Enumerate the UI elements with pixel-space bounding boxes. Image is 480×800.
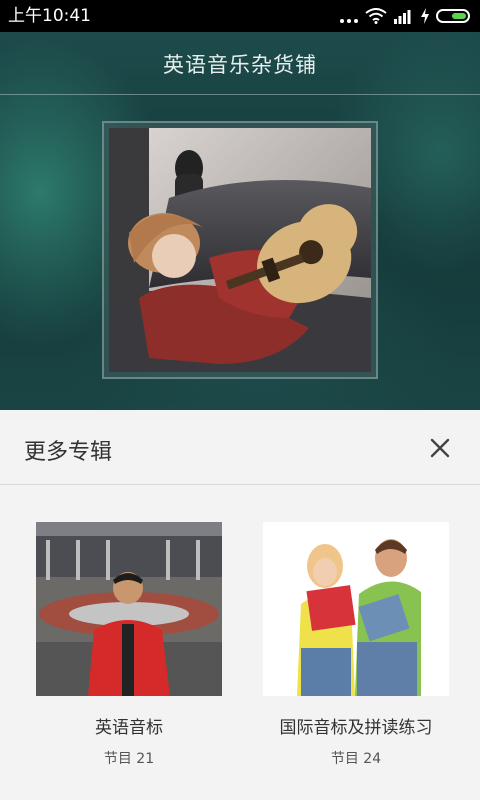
battery-icon (436, 9, 470, 23)
status-icons (340, 6, 470, 26)
status-time: 上午10:41 (8, 6, 91, 26)
more-albums-sheet: 更多专辑 英语音标 节目 21 国际音标及拼读练习 节目 24 (0, 410, 480, 800)
hero-background: 英语音乐杂货铺 (0, 32, 480, 410)
close-button[interactable] (424, 432, 456, 464)
album-episode-count: 节目 24 (330, 751, 382, 767)
status-bar: 上午10:41 (0, 0, 480, 32)
sheet-header: 更多专辑 (0, 410, 480, 485)
album-cover-image (109, 128, 371, 372)
album-thumbnail[interactable] (263, 522, 449, 696)
signal-icon (394, 10, 411, 24)
album-title: 国际音标及拼读练习 (279, 718, 433, 738)
more-dots-icon (340, 9, 358, 23)
album-card[interactable]: 英语音标 节目 21 (36, 522, 222, 767)
album-cover-frame (102, 121, 378, 379)
sheet-title: 更多专辑 (24, 440, 113, 465)
title-bar: 英语音乐杂货铺 (0, 32, 480, 95)
album-title: 英语音标 (95, 718, 163, 738)
album-thumbnail[interactable] (36, 522, 222, 696)
charging-icon (421, 8, 429, 24)
page-title: 英语音乐杂货铺 (163, 53, 317, 77)
close-icon (430, 438, 450, 458)
album-card[interactable]: 国际音标及拼读练习 节目 24 (263, 522, 449, 767)
album-episode-count: 节目 21 (103, 751, 155, 767)
wifi-icon (365, 8, 387, 24)
